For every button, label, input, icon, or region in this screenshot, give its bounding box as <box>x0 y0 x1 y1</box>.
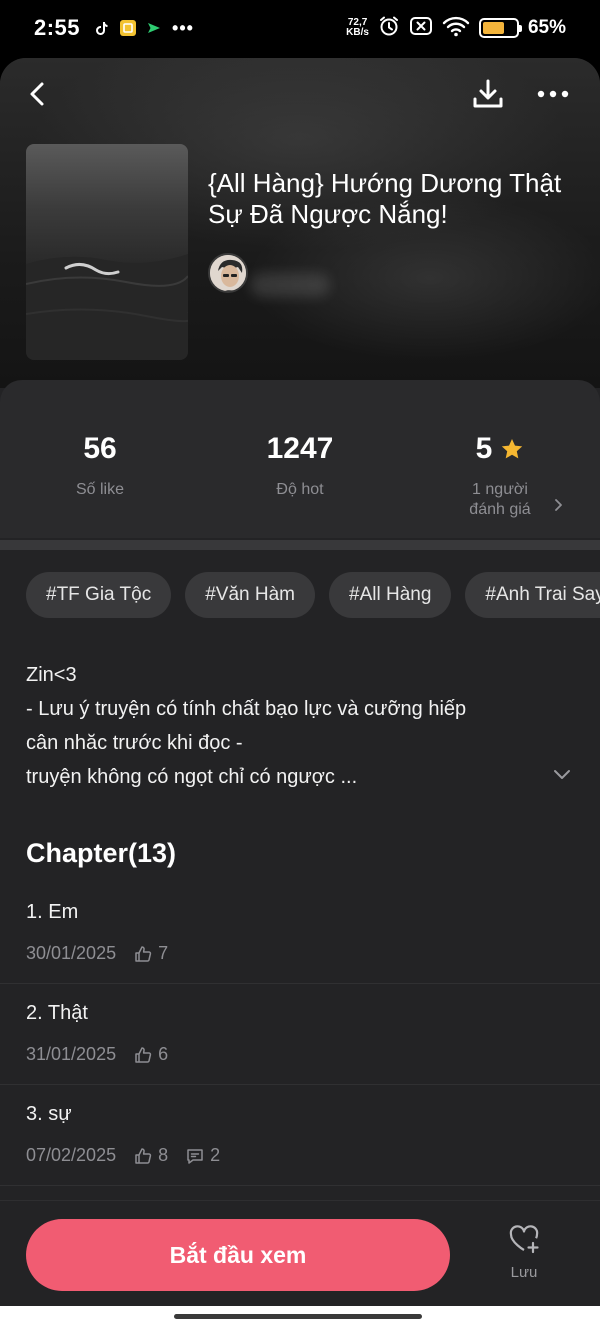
gesture-bar <box>0 1306 600 1333</box>
no-sim-icon <box>409 15 433 42</box>
stats-panel: 56 Số like 1247 Độ hot 5 1 người đánh gi… <box>0 380 600 538</box>
chapter-item[interactable]: 2. Thật 31/01/2025 6 <box>0 984 600 1085</box>
network-speed: 72,7 KB/s <box>346 18 369 38</box>
battery-icon <box>478 18 522 38</box>
status-app-icons: ••• <box>94 18 194 39</box>
thumbs-up-icon <box>135 1046 152 1063</box>
story-description: Zin<3 - Lưu ý truyện có tính chất bạo lự… <box>26 658 546 794</box>
more-horizontal-icon <box>537 90 569 98</box>
ocean-wave-illustration <box>26 254 188 360</box>
likes-stat: 56 Số like <box>0 432 200 500</box>
star-icon <box>502 439 523 459</box>
rating-label: 1 người đánh giá <box>469 481 531 518</box>
save-button[interactable]: Lưu <box>494 1223 554 1281</box>
description-line: cân nhăc trước khi đọc - <box>26 732 243 754</box>
messenger-icon <box>146 20 162 36</box>
description-line: truyện không có ngọt chỉ có ngược ... <box>26 766 358 788</box>
start-reading-button[interactable]: Bắt đầu xem <box>26 1219 450 1291</box>
home-indicator[interactable] <box>174 1314 422 1319</box>
chapter-like-count: 8 <box>158 1145 169 1165</box>
chapter-item[interactable]: 3. sự 07/02/2025 8 2 <box>0 1085 600 1186</box>
hot-label: Độ hot <box>276 481 324 498</box>
avatar-icon <box>210 255 246 291</box>
back-button[interactable] <box>16 72 60 116</box>
save-label: Lưu <box>510 1264 538 1281</box>
chapter-title: 3. sự <box>26 1103 72 1125</box>
chapter-date: 07/02/2025 <box>26 1145 117 1165</box>
network-speed-unit: KB/s <box>346 27 369 38</box>
tag-chip[interactable]: #All Hàng <box>329 572 452 618</box>
tag-chip[interactable]: #Văn Hàm <box>185 572 316 618</box>
author-name-blur <box>250 273 330 297</box>
rating-stat[interactable]: 5 1 người đánh giá <box>400 432 600 520</box>
chapter-heading: Chapter(13) <box>26 838 177 868</box>
description-line: - Lưu ý truyện có tính chất bạo lực và c… <box>26 698 467 720</box>
expand-description-button[interactable] <box>550 762 574 786</box>
story-header: {All Hàng} Hướng Dương Thật Sự Đã Ngược … <box>0 58 600 388</box>
heart-plus-icon <box>509 1225 539 1254</box>
chapter-meta: 07/02/2025 8 2 <box>26 1145 220 1166</box>
chapter-meta: 30/01/2025 7 <box>26 943 168 964</box>
tiktok-icon <box>94 20 110 36</box>
author-avatar[interactable] <box>208 253 248 293</box>
note-icon <box>120 20 137 36</box>
chapter-meta: 31/01/2025 6 <box>26 1044 168 1065</box>
more-options-button[interactable] <box>531 72 575 116</box>
thumbs-up-icon <box>135 1147 152 1164</box>
chapter-like-count: 7 <box>158 943 169 963</box>
chapter-comment-count: 2 <box>210 1145 221 1165</box>
likes-count: 56 <box>83 432 117 465</box>
download-icon <box>473 79 503 108</box>
hot-count: 1247 <box>266 432 334 465</box>
story-title: {All Hàng} Hướng Dương Thật Sự Đã Ngược … <box>208 168 562 229</box>
chapter-title: 1. Em <box>26 901 79 923</box>
battery-percent: 65% <box>527 17 566 38</box>
chevron-left-icon <box>30 82 44 106</box>
alarm-icon <box>378 15 400 42</box>
chapter-title: 2. Thật <box>26 1002 88 1024</box>
tag-chip[interactable]: #Anh Trai Say <box>465 572 600 618</box>
status-time: 2:55 <box>34 15 81 40</box>
chapter-date: 30/01/2025 <box>26 943 117 963</box>
bottom-action-bar: Bắt đầu xem Lưu <box>0 1200 600 1306</box>
chevron-right-icon[interactable] <box>554 498 564 517</box>
story-detail-screen: {All Hàng} Hướng Dương Thật Sự Đã Ngược … <box>0 58 600 1306</box>
chapter-date: 31/01/2025 <box>26 1044 117 1064</box>
tag-list: #TF Gia Tộc #Văn Hàm #All Hàng #Anh Trai… <box>26 572 600 618</box>
thumbs-up-icon <box>135 945 152 962</box>
story-cover-image[interactable] <box>26 144 188 360</box>
wifi-icon <box>442 15 470 42</box>
chapter-like-count: 6 <box>158 1044 169 1064</box>
rating-value: 5 <box>475 432 493 465</box>
top-bar <box>0 72 600 116</box>
comment-icon <box>187 1148 203 1164</box>
description-line: Zin<3 <box>26 664 77 686</box>
more-notifications-icon: ••• <box>172 17 194 38</box>
chevron-down-icon <box>554 770 570 779</box>
download-button[interactable] <box>466 72 510 116</box>
likes-label: Số like <box>75 481 125 498</box>
hot-stat: 1247 Độ hot <box>200 432 400 500</box>
chapter-item[interactable]: 1. Em 30/01/2025 7 <box>0 883 600 984</box>
tag-chip[interactable]: #TF Gia Tộc <box>26 572 172 618</box>
status-bar: 2:55 ••• 72,7 KB/s 65% <box>0 0 600 56</box>
section-divider <box>0 540 600 550</box>
